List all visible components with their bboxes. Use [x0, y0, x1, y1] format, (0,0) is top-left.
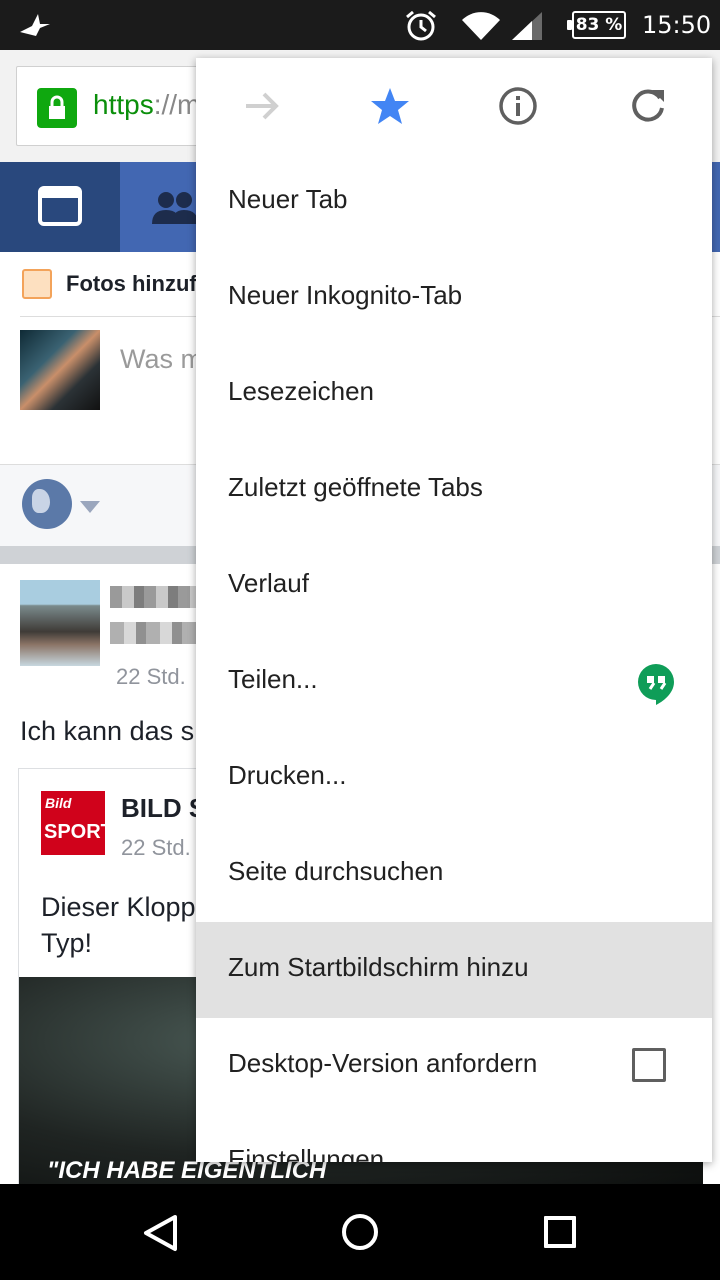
- news-feed-icon: [38, 186, 82, 226]
- menu-item-settings[interactable]: Einstellungen: [196, 1114, 712, 1162]
- photo-icon[interactable]: [22, 269, 52, 299]
- hangouts-icon[interactable]: [636, 662, 676, 706]
- url-rest: ://m: [153, 89, 201, 120]
- url-scheme: https: [93, 89, 154, 120]
- logo-text-bottom: SPORT: [44, 821, 113, 843]
- globe-icon: [22, 479, 72, 529]
- menu-item-print[interactable]: Drucken...: [196, 730, 712, 826]
- post-timestamp: 22 Std.: [116, 664, 186, 689]
- desktop-site-checkbox[interactable]: [632, 1048, 666, 1082]
- recent-apps-icon[interactable]: [544, 1216, 576, 1248]
- chevron-down-icon: [80, 501, 100, 513]
- menu-item-bookmarks[interactable]: Lesezeichen: [196, 346, 712, 442]
- pixelated-author-detail: [110, 622, 196, 644]
- tab-news-feed[interactable]: [0, 162, 120, 252]
- menu-item-find-in-page[interactable]: Seite durchsuchen: [196, 826, 712, 922]
- bild-sport-logo: Bild SPORT: [41, 791, 113, 855]
- menu-item-request-desktop-site[interactable]: Desktop-Version anfordern: [196, 1018, 712, 1114]
- pixelated-author-name: [110, 586, 196, 608]
- post-text: Ich kann das s: [20, 716, 195, 746]
- menu-item-recent-tabs[interactable]: Zuletzt geöffnete Tabs: [196, 442, 712, 538]
- friends-icon[interactable]: [152, 190, 198, 224]
- menu-item-label: Zum Startbildschirm hinzu: [228, 952, 529, 982]
- info-icon[interactable]: [498, 86, 538, 126]
- menu-item-add-to-home-screen[interactable]: Zum Startbildschirm hinzu: [196, 922, 712, 1018]
- clock: 15:50: [642, 11, 712, 39]
- menu-item-label: Neuer Tab: [228, 184, 348, 214]
- card-timestamp: 22 Std.: [121, 835, 191, 860]
- card-page-title[interactable]: BILD S: [121, 793, 206, 824]
- menu-item-new-incognito-tab[interactable]: Neuer Inkognito-Tab: [196, 250, 712, 346]
- menu-item-label: Lesezeichen: [228, 376, 374, 406]
- menu-item-label: Verlauf: [228, 568, 309, 598]
- lock-icon: [37, 88, 77, 128]
- logo-text-top: Bild: [45, 795, 72, 811]
- menu-item-label: Zuletzt geöffnete Tabs: [228, 472, 483, 502]
- menu-item-new-tab[interactable]: Neuer Tab: [196, 154, 712, 250]
- user-avatar: [20, 330, 100, 410]
- url-text[interactable]: https://m: [93, 89, 200, 121]
- home-icon[interactable]: [342, 1214, 378, 1250]
- menu-item-label: Seite durchsuchen: [228, 856, 444, 886]
- status-bar: 83 % 15:50: [0, 0, 720, 50]
- forward-arrow-icon[interactable]: [242, 86, 282, 126]
- browser-overflow-menu: Neuer Tab Neuer Inkognito-Tab Lesezeiche…: [196, 58, 712, 1162]
- add-photos-link[interactable]: Fotos hinzuf: [66, 271, 197, 297]
- menu-item-label: Drucken...: [228, 760, 347, 790]
- menu-item-label: Desktop-Version anfordern: [228, 1048, 538, 1078]
- battery-indicator: 83 %: [567, 11, 626, 39]
- wifi-icon: [462, 12, 500, 40]
- menu-item-label: Teilen...: [228, 664, 318, 694]
- bird-notification-icon: [20, 14, 50, 36]
- menu-item-share[interactable]: Teilen...: [196, 634, 712, 730]
- menu-item-label: Einstellungen: [228, 1144, 385, 1162]
- menu-item-label: Neuer Inkognito-Tab: [228, 280, 463, 310]
- star-icon[interactable]: [370, 86, 410, 126]
- menu-item-history[interactable]: Verlauf: [196, 538, 712, 634]
- menu-icon-row: [196, 58, 712, 154]
- status-input[interactable]: Was m: [120, 344, 203, 375]
- system-nav-bar: [0, 1184, 720, 1280]
- alarm-icon: [406, 10, 436, 41]
- back-icon[interactable]: [142, 1214, 178, 1252]
- signal-icon: [512, 12, 542, 40]
- post-author-avatar[interactable]: [20, 580, 100, 666]
- reload-icon[interactable]: [628, 86, 668, 126]
